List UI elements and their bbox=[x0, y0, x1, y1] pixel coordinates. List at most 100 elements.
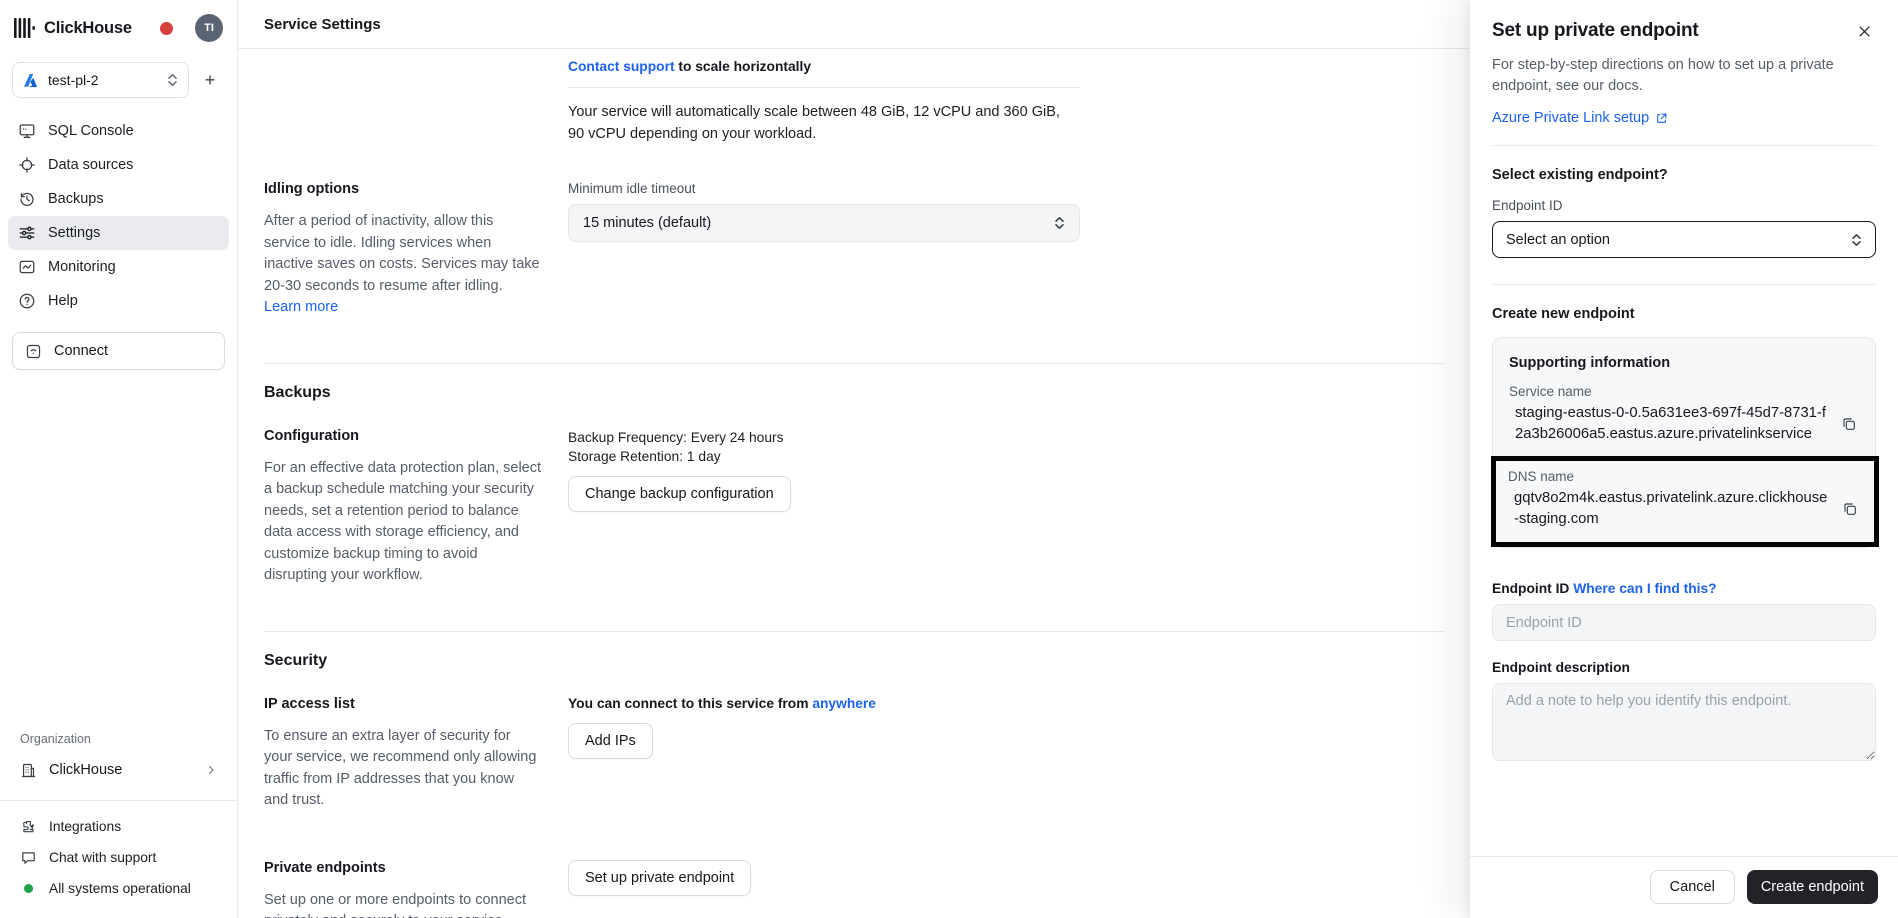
private-endpoints-title: Private endpoints bbox=[264, 860, 542, 876]
endpoint-id-label: Endpoint ID bbox=[1492, 198, 1876, 213]
existing-endpoint-select[interactable]: Select an option bbox=[1492, 221, 1876, 258]
copy-icon[interactable] bbox=[1840, 499, 1860, 519]
divider bbox=[568, 87, 1080, 88]
sql-console-icon bbox=[18, 122, 36, 140]
endpoint-description-label: Endpoint description bbox=[1492, 660, 1876, 675]
add-ips-button[interactable]: Add IPs bbox=[568, 723, 653, 759]
clickhouse-logo[interactable]: ClickHouse bbox=[14, 18, 132, 38]
sidebar-item-sql-console[interactable]: SQL Console bbox=[8, 114, 229, 148]
idle-timeout-label: Minimum idle timeout bbox=[568, 181, 1080, 196]
backup-config-description: For an effective data protection plan, s… bbox=[264, 458, 542, 587]
connect-button[interactable]: Connect bbox=[12, 332, 225, 370]
backup-configuration-section: Configuration For an effective data prot… bbox=[264, 428, 1470, 587]
divider bbox=[264, 363, 1444, 364]
status-green-dot-icon bbox=[24, 884, 33, 893]
select-existing-title: Select existing endpoint? bbox=[1492, 167, 1876, 183]
chat-bubble-icon bbox=[20, 849, 37, 866]
contact-support-link[interactable]: Contact support bbox=[568, 59, 675, 74]
idling-options-title: Idling options bbox=[264, 181, 542, 197]
ip-access-title: IP access list bbox=[264, 696, 542, 712]
azure-icon bbox=[23, 73, 38, 88]
organization-item[interactable]: ClickHouse bbox=[8, 752, 229, 788]
app-window: ClickHouse TI test-pl-2 bbox=[0, 0, 1898, 918]
sidebar-item-integrations[interactable]: Integrations bbox=[8, 811, 229, 842]
backup-frequency-text: Backup Frequency: Every 24 hours bbox=[568, 428, 1080, 447]
connect-icon bbox=[25, 343, 42, 360]
sidebar-item-monitoring[interactable]: Monitoring bbox=[8, 250, 229, 284]
panel-title: Set up private endpoint bbox=[1492, 20, 1699, 42]
storage-retention-text: Storage Retention: 1 day bbox=[568, 447, 1080, 466]
change-backup-config-button[interactable]: Change backup configuration bbox=[568, 476, 791, 512]
data-sources-icon bbox=[18, 156, 36, 174]
scale-horizontally-text: to scale horizontally bbox=[675, 59, 811, 74]
dns-name-highlight: DNS name gqtv8o2m4k.eastus.privatelink.a… bbox=[1491, 456, 1879, 547]
close-icon[interactable] bbox=[1853, 20, 1876, 43]
anywhere-link[interactable]: anywhere bbox=[812, 696, 876, 711]
backups-history-icon bbox=[18, 190, 36, 208]
page-title: Service Settings bbox=[264, 16, 381, 33]
learn-more-link[interactable]: Learn more bbox=[264, 299, 338, 315]
sidebar-item-chat-support[interactable]: Chat with support bbox=[8, 842, 229, 873]
organization-label: Organization bbox=[0, 732, 237, 752]
external-link-icon bbox=[1655, 112, 1668, 125]
organization-name: ClickHouse bbox=[49, 762, 122, 778]
endpoint-id-input[interactable] bbox=[1492, 604, 1876, 641]
panel-description: For step-by-step directions on how to se… bbox=[1492, 55, 1876, 97]
sidebar: ClickHouse TI test-pl-2 bbox=[0, 0, 238, 918]
divider bbox=[1492, 145, 1876, 146]
main-content: Service Settings Contact support to scal… bbox=[238, 0, 1470, 918]
endpoint-id-field-label: Endpoint ID bbox=[1492, 581, 1573, 596]
idle-timeout-select[interactable]: 15 minutes (default) bbox=[568, 204, 1080, 242]
copy-icon[interactable] bbox=[1839, 414, 1859, 434]
sidebar-item-backups[interactable]: Backups bbox=[8, 182, 229, 216]
create-new-endpoint-title: Create new endpoint bbox=[1492, 306, 1876, 322]
azure-private-link-setup-link[interactable]: Azure Private Link setup bbox=[1492, 110, 1649, 126]
avatar[interactable]: TI bbox=[195, 14, 223, 42]
supporting-information-title: Supporting information bbox=[1509, 355, 1859, 371]
cancel-button[interactable]: Cancel bbox=[1650, 870, 1735, 904]
service-name-value: staging-eastus-0-0.5a631ee3-697f-45d7-87… bbox=[1509, 403, 1829, 445]
sidebar-item-data-sources[interactable]: Data sources bbox=[8, 148, 229, 182]
where-find-link[interactable]: Where can I find this? bbox=[1573, 581, 1716, 596]
sidebar-item-help[interactable]: Help bbox=[8, 284, 229, 318]
monitoring-chart-icon bbox=[18, 258, 36, 276]
connect-from-text: You can connect to this service from bbox=[568, 696, 812, 711]
private-endpoints-section: Private endpoints Set up one or more end… bbox=[264, 860, 1470, 918]
ip-access-description: To ensure an extra layer of security for… bbox=[264, 726, 542, 812]
chevron-updown-icon bbox=[1851, 233, 1862, 247]
auto-scale-text: Your service will automatically scale be… bbox=[568, 101, 1080, 145]
setup-private-endpoint-button[interactable]: Set up private endpoint bbox=[568, 860, 751, 896]
dns-name-label: DNS name bbox=[1508, 469, 1860, 484]
sidebar-nav: SQL Console Data sources Backups bbox=[0, 104, 237, 318]
backups-section-title: Backups bbox=[264, 384, 1470, 402]
chevron-right-icon bbox=[205, 764, 217, 776]
security-section-title: Security bbox=[264, 652, 1470, 670]
dns-name-value: gqtv8o2m4k.eastus.privatelink.azure.clic… bbox=[1508, 488, 1830, 530]
organization-building-icon bbox=[20, 762, 37, 779]
divider bbox=[264, 631, 1444, 632]
divider bbox=[1492, 284, 1876, 285]
service-name: test-pl-2 bbox=[48, 72, 99, 88]
brand-name: ClickHouse bbox=[44, 19, 132, 38]
status-text: All systems operational bbox=[49, 881, 191, 896]
service-selector[interactable]: test-pl-2 bbox=[12, 62, 189, 98]
alert-dot bbox=[160, 22, 173, 35]
system-status-item[interactable]: All systems operational bbox=[8, 873, 229, 904]
backup-config-title: Configuration bbox=[264, 428, 542, 444]
idling-description: After a period of inactivity, allow this… bbox=[264, 213, 540, 294]
integrations-puzzle-icon bbox=[20, 818, 37, 835]
chevron-updown-icon bbox=[1054, 216, 1065, 230]
idle-timeout-value: 15 minutes (default) bbox=[583, 215, 711, 231]
ip-access-section: IP access list To ensure an extra layer … bbox=[264, 696, 1470, 812]
setup-private-endpoint-panel: Set up private endpoint For step-by-step… bbox=[1470, 0, 1898, 918]
help-icon bbox=[18, 292, 36, 310]
chevron-updown-icon bbox=[167, 73, 178, 87]
select-placeholder-text: Select an option bbox=[1506, 232, 1610, 248]
idling-options-section: Idling options After a period of inactiv… bbox=[264, 181, 1470, 319]
scaling-section: Contact support to scale horizontally Yo… bbox=[264, 49, 1470, 145]
sidebar-item-settings[interactable]: Settings bbox=[8, 216, 229, 250]
endpoint-description-textarea[interactable] bbox=[1492, 683, 1876, 761]
private-endpoints-description: Set up one or more endpoints to connect … bbox=[264, 890, 542, 918]
create-endpoint-button[interactable]: Create endpoint bbox=[1747, 870, 1878, 904]
add-service-button[interactable]: + bbox=[197, 67, 223, 93]
